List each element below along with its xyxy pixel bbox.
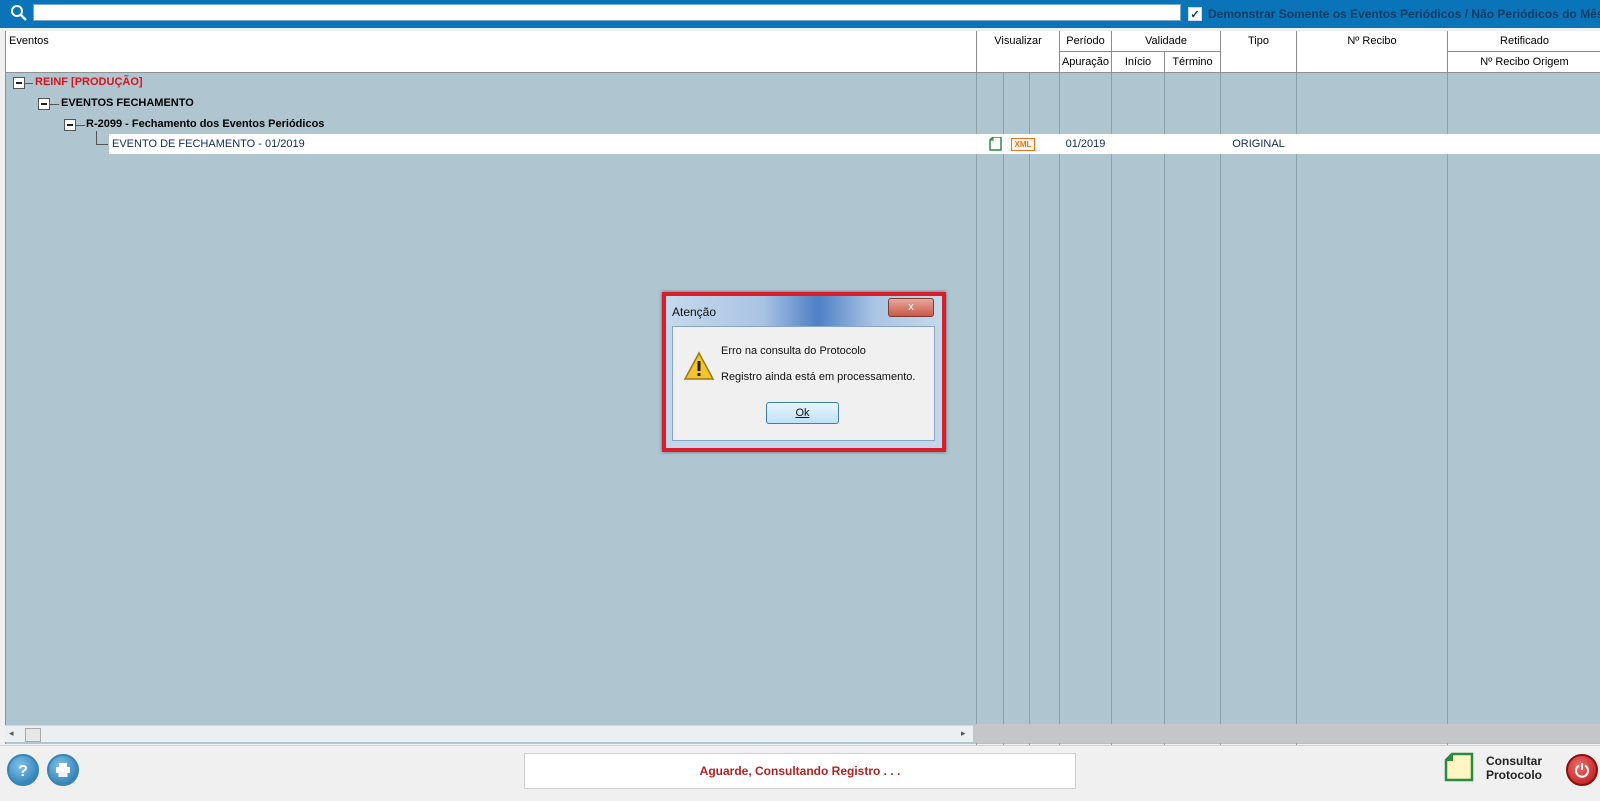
header-eventos[interactable]: Eventos: [9, 35, 49, 47]
tree-root-label[interactable]: REINF [PRODUÇÃO]: [35, 76, 143, 88]
print-icon: [56, 763, 70, 777]
header-recibo[interactable]: Nº Recibo: [1297, 35, 1447, 47]
column-line: [1059, 73, 1060, 755]
header-termino[interactable]: Término: [1165, 56, 1220, 68]
dialog-titlebar[interactable]: Atenção x: [666, 296, 942, 326]
header-recibo-origem[interactable]: Nº Recibo Origem: [1448, 56, 1600, 68]
table-row-selected[interactable]: [109, 134, 1600, 154]
dialog-title: Atenção: [672, 305, 717, 319]
power-icon: [1575, 763, 1589, 778]
scroll-left-arrow-icon[interactable]: ◂: [9, 728, 14, 739]
bottom-toolbar: ? Aguarde, Consultando Registro . . . Co…: [0, 745, 1600, 801]
tree-connector: [76, 125, 85, 126]
collapse-group-button[interactable]: [38, 98, 50, 110]
svg-text:?: ?: [18, 763, 28, 779]
horizontal-scrollbar[interactable]: ◂ ▸: [5, 725, 973, 742]
column-line: [1447, 73, 1448, 755]
search-icon[interactable]: [10, 4, 28, 22]
periodic-filter[interactable]: ✓ Demonstrar Somente os Eventos Periódic…: [1188, 6, 1600, 22]
help-icon: ?: [18, 763, 28, 779]
tipo-cell: ORIGINAL: [1232, 138, 1285, 150]
consultar-line1: Consultar: [1486, 754, 1543, 768]
periodo-cell: 01/2019: [1065, 138, 1106, 150]
exit-button[interactable]: [1566, 754, 1598, 786]
divider: [1220, 31, 1221, 72]
header-periodo[interactable]: Período: [1060, 35, 1111, 47]
scroll-thumb[interactable]: [25, 728, 41, 742]
consultar-line2: Protocolo: [1486, 768, 1542, 782]
dialog-ok-button[interactable]: Ok: [766, 402, 839, 424]
tree-connector: [50, 104, 59, 105]
consultar-protocolo-label: Consultar Protocolo: [1486, 754, 1542, 782]
divider: [976, 31, 977, 72]
alert-dialog: Atenção x Erro na consulta do Protocolo …: [662, 292, 946, 452]
collapse-subgroup-button[interactable]: [64, 119, 76, 131]
consultar-protocolo-button[interactable]: Consultar Protocolo: [1444, 752, 1554, 788]
print-button[interactable]: [47, 754, 79, 786]
tree-connector: [25, 83, 33, 84]
column-line: [1029, 73, 1030, 755]
search-input[interactable]: [33, 4, 1181, 21]
help-button[interactable]: ?: [7, 754, 39, 786]
warning-icon: [683, 351, 715, 380]
collapse-root-button[interactable]: [13, 77, 25, 89]
tree-leaf-label[interactable]: EVENTO DE FECHAMENTO - 01/2019: [112, 138, 305, 150]
divider: [1059, 51, 1220, 52]
dialog-close-button[interactable]: x: [888, 298, 934, 317]
column-line: [976, 73, 977, 755]
document-icon[interactable]: [989, 137, 1002, 151]
divider: [1447, 51, 1600, 52]
column-line: [1296, 73, 1297, 755]
search-bar: ✓ Demonstrar Somente os Eventos Periódic…: [0, 0, 1600, 28]
column-line: [1111, 73, 1112, 755]
column-line: [1003, 73, 1004, 755]
tree-group-label[interactable]: EVENTOS FECHAMENTO: [61, 97, 194, 109]
column-line: [1164, 73, 1165, 755]
header-tipo[interactable]: Tipo: [1221, 35, 1296, 47]
dialog-message-detail: Registro ainda está em processamento.: [721, 371, 916, 383]
header-visualizar[interactable]: Visualizar: [977, 35, 1059, 47]
dialog-message-title: Erro na consulta do Protocolo: [721, 345, 866, 357]
consult-protocol-icon: [1444, 752, 1474, 782]
grid-footer-strip: [973, 724, 1600, 743]
dialog-body: Erro na consulta do Protocolo Registro a…: [672, 326, 935, 441]
xml-icon[interactable]: XML: [1011, 138, 1035, 151]
column-line: [1220, 73, 1221, 755]
grid-header: Eventos Visualizar Período Apuração Vali…: [6, 31, 1600, 73]
header-inicio[interactable]: Início: [1112, 56, 1164, 68]
periodic-filter-checkbox[interactable]: ✓: [1188, 7, 1202, 21]
tree-subgroup-label[interactable]: R-2099 - Fechamento dos Eventos Periódic…: [86, 118, 324, 130]
divider: [1296, 31, 1297, 72]
tree-connector: [96, 131, 97, 144]
header-validade[interactable]: Validade: [1112, 35, 1220, 47]
periodic-filter-label: Demonstrar Somente os Eventos Periódicos…: [1208, 7, 1600, 21]
scroll-right-arrow-icon[interactable]: ▸: [961, 728, 966, 739]
header-apuracao[interactable]: Apuração: [1060, 56, 1111, 68]
divider: [1164, 52, 1165, 72]
status-message: Aguarde, Consultando Registro . . .: [524, 753, 1076, 789]
tree-connector: [96, 144, 108, 145]
header-retificado[interactable]: Retificado: [1448, 35, 1600, 47]
